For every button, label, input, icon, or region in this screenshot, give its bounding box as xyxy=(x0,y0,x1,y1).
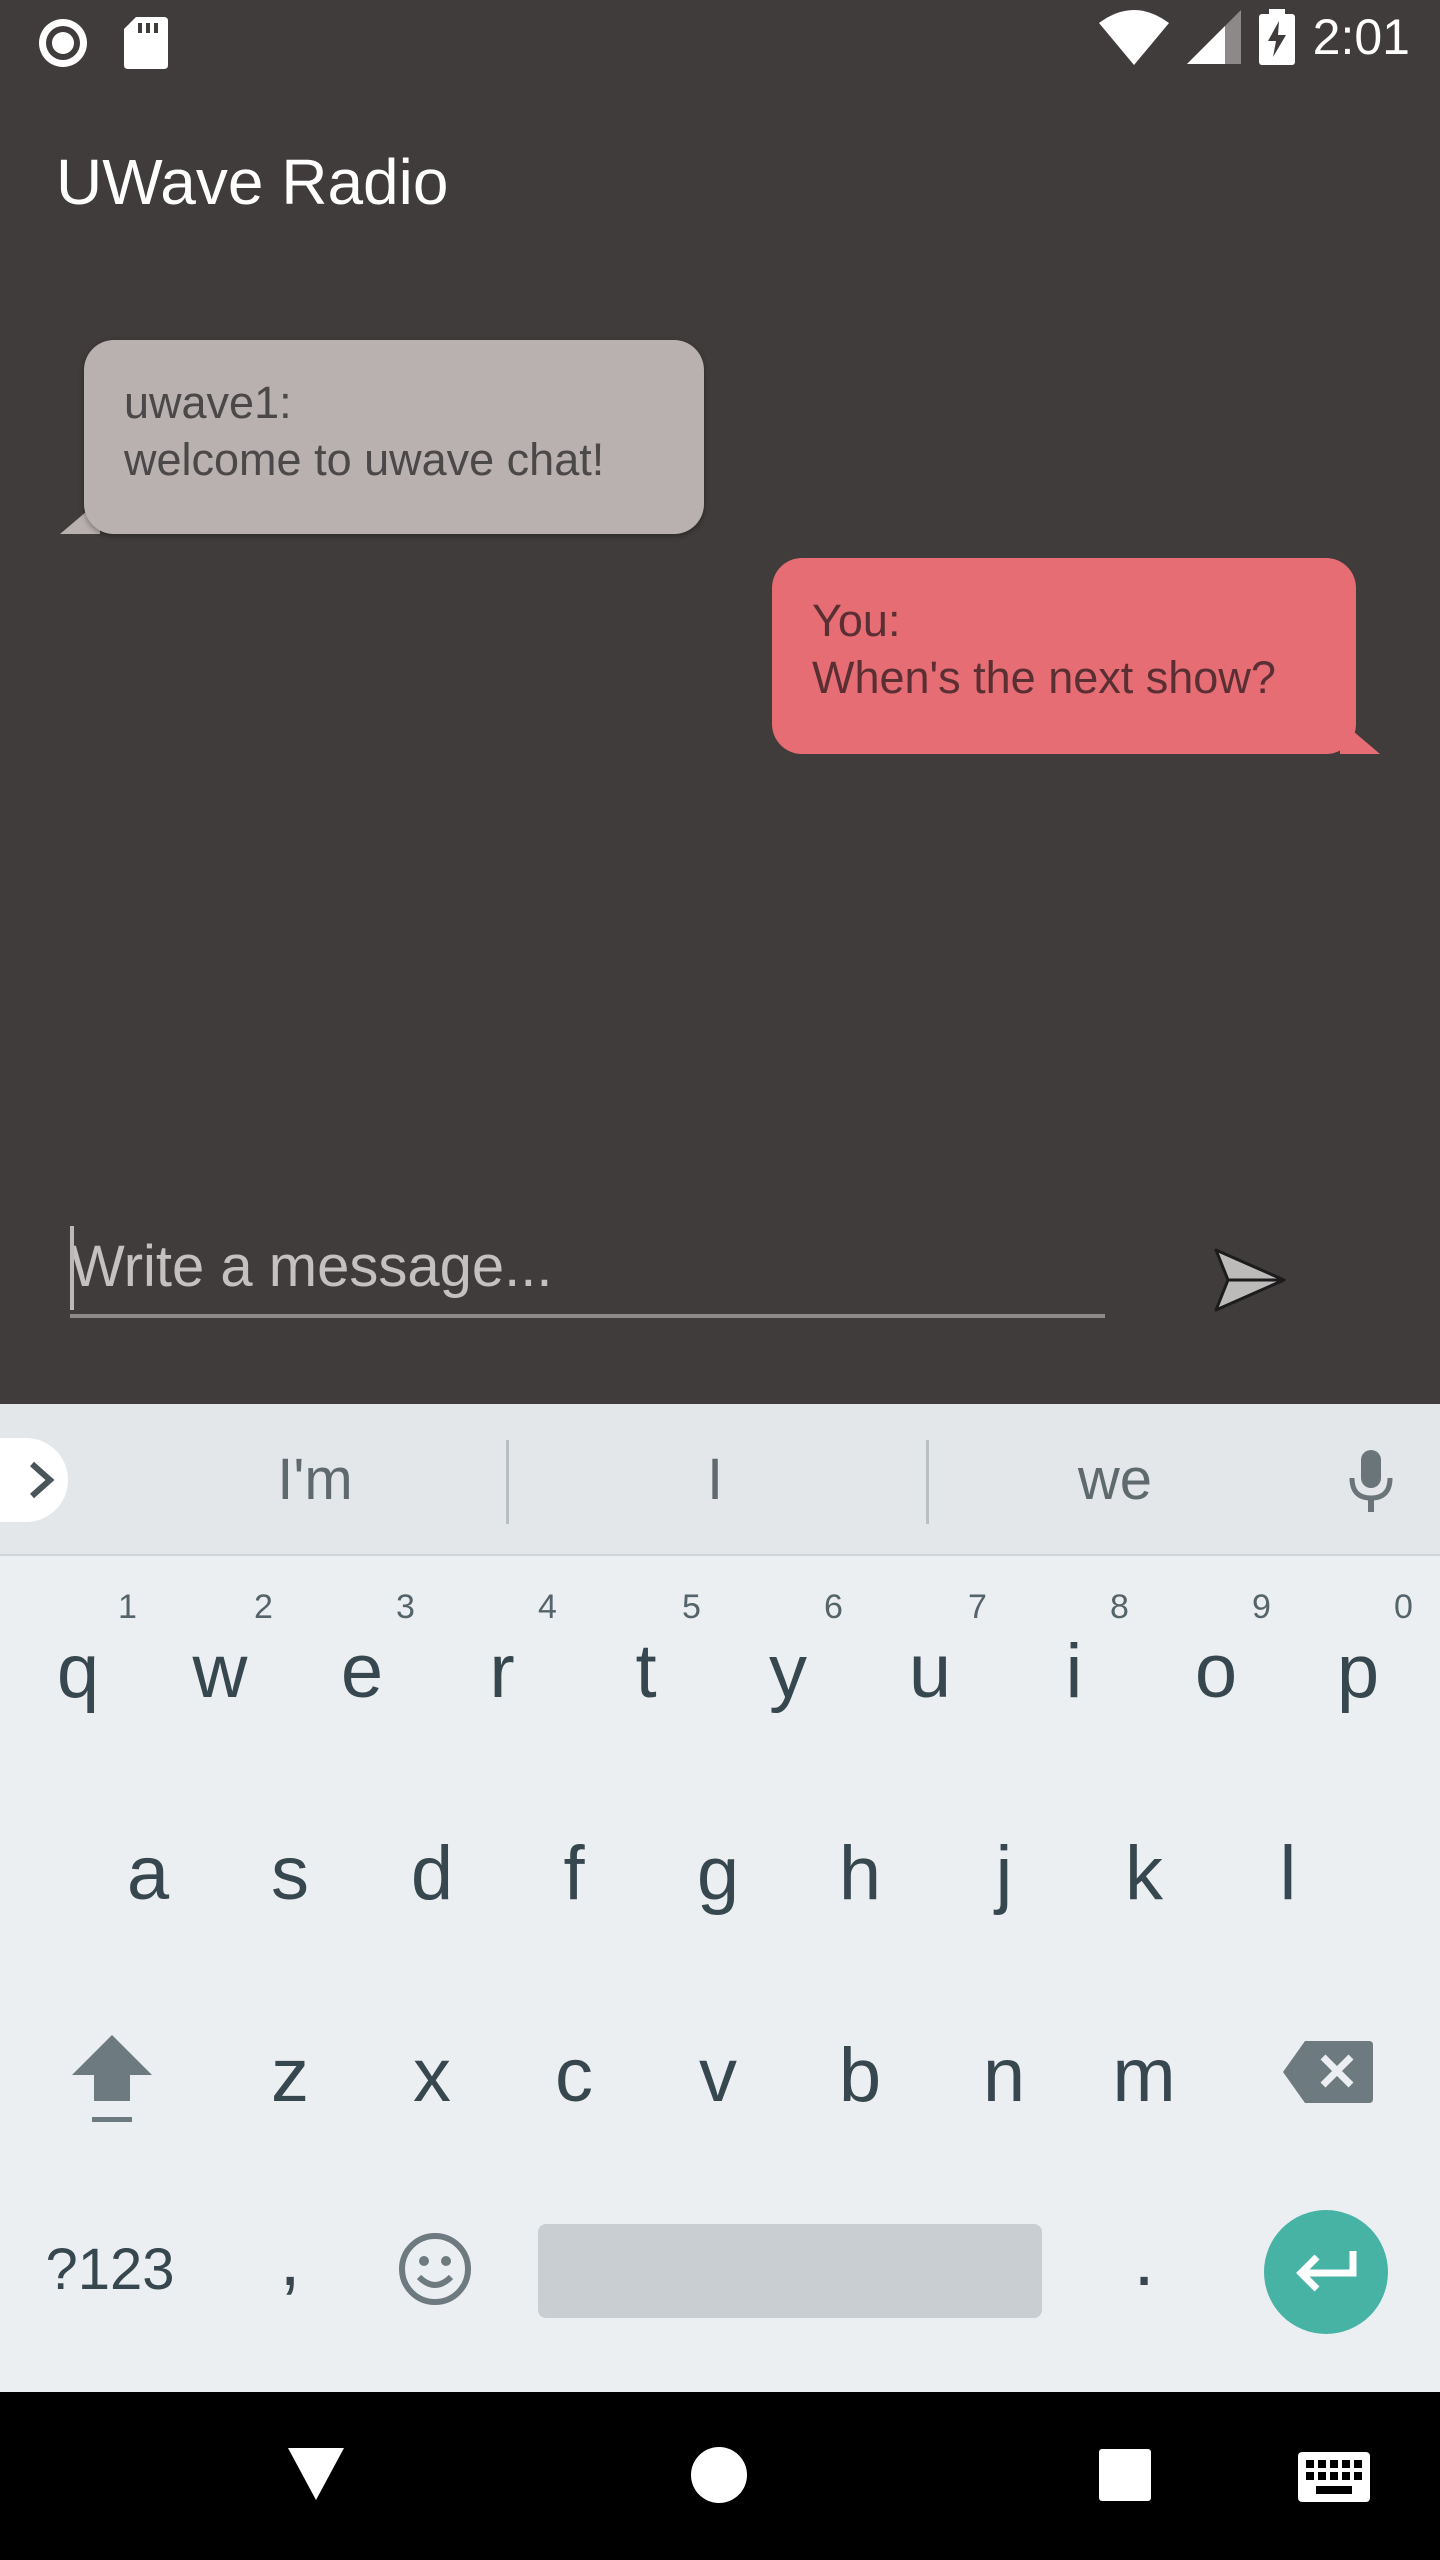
recents-button[interactable] xyxy=(1098,2448,1152,2506)
key-hint-9: 9 xyxy=(1252,1588,1271,1626)
message-text: When's the next show? xyxy=(812,652,1276,703)
key-g[interactable]: g xyxy=(676,1818,760,1928)
key-n[interactable]: n xyxy=(962,2020,1046,2130)
cell-signal-icon xyxy=(1186,10,1241,64)
emoji-key[interactable] xyxy=(390,2224,480,2314)
status-right-icons: 2:01 xyxy=(1098,8,1410,66)
back-button[interactable] xyxy=(286,2446,346,2506)
recents-square-icon xyxy=(1099,2449,1151,2501)
send-icon xyxy=(1214,1248,1286,1312)
key-u[interactable]: u xyxy=(888,1616,972,1726)
key-b[interactable]: b xyxy=(818,2020,902,2130)
status-left-icons xyxy=(36,16,168,70)
keyboard: I'm I we q w e r t y u i o p 1 2 3 4 5 6… xyxy=(0,1404,1440,2392)
status-time: 2:01 xyxy=(1312,9,1410,65)
back-triangle-icon xyxy=(288,2448,344,2500)
key-k[interactable]: k xyxy=(1102,1818,1186,1928)
key-hint-5: 5 xyxy=(682,1588,701,1626)
send-button[interactable] xyxy=(1210,1240,1290,1320)
shift-key[interactable] xyxy=(64,2024,160,2134)
key-hint-1: 1 xyxy=(118,1588,137,1626)
microphone-icon xyxy=(1349,1450,1393,1512)
key-h[interactable]: h xyxy=(818,1818,902,1928)
suggestion-1[interactable]: I'm xyxy=(110,1404,520,1554)
outgoing-message-bubble: You: When's the next show? xyxy=(772,558,1356,754)
chevron-right-icon xyxy=(30,1461,55,1499)
sd-card-icon xyxy=(124,17,168,69)
key-p[interactable]: p xyxy=(1316,1616,1400,1726)
key-d[interactable]: d xyxy=(390,1818,474,1928)
message-text: welcome to uwave chat! xyxy=(124,434,605,485)
text-cursor xyxy=(70,1226,74,1310)
key-hint-6: 6 xyxy=(824,1588,843,1626)
key-z[interactable]: z xyxy=(248,2020,332,2130)
key-m[interactable]: m xyxy=(1102,2020,1186,2130)
suggestion-2[interactable]: I xyxy=(520,1404,910,1554)
comma-key[interactable]: , xyxy=(248,2204,332,2314)
key-q[interactable]: q xyxy=(36,1616,120,1726)
suggestion-3[interactable]: we xyxy=(940,1404,1290,1554)
incoming-message-bubble: uwave1: welcome to uwave chat! xyxy=(84,340,704,534)
battery-charging-icon xyxy=(1258,9,1295,65)
key-hint-3: 3 xyxy=(396,1588,415,1626)
key-hint-0: 0 xyxy=(1394,1588,1413,1626)
app-title: UWave Radio xyxy=(56,146,449,218)
backspace-key[interactable] xyxy=(1280,2024,1376,2120)
key-x[interactable]: x xyxy=(390,2020,474,2130)
suggestion-expand-button[interactable] xyxy=(0,1438,68,1522)
microphone-button[interactable] xyxy=(1346,1448,1396,1520)
emoji-icon xyxy=(399,2233,471,2305)
key-v[interactable]: v xyxy=(676,2020,760,2130)
message-sender: You: xyxy=(812,595,901,646)
status-bar: 2:01 xyxy=(0,0,1440,84)
key-s[interactable]: s xyxy=(248,1818,332,1928)
key-j[interactable]: j xyxy=(962,1818,1046,1928)
key-hint-8: 8 xyxy=(1110,1588,1129,1626)
key-i[interactable]: i xyxy=(1032,1616,1116,1726)
key-w[interactable]: w xyxy=(178,1616,262,1726)
key-hint-4: 4 xyxy=(538,1588,557,1626)
key-e[interactable]: e xyxy=(320,1616,404,1726)
keyboard-icon xyxy=(1298,2452,1370,2502)
wifi-icon xyxy=(1098,10,1169,65)
key-c[interactable]: c xyxy=(532,2020,616,2130)
record-icon xyxy=(39,19,87,67)
keyboard-switch-button[interactable] xyxy=(1298,2452,1370,2506)
message-sender: uwave1: xyxy=(124,377,292,428)
key-hint-7: 7 xyxy=(968,1588,987,1626)
suggestion-bar: I'm I we xyxy=(0,1404,1440,1556)
home-button[interactable] xyxy=(690,2446,748,2508)
key-y[interactable]: y xyxy=(746,1616,830,1726)
key-a[interactable]: a xyxy=(106,1818,190,1928)
key-hint-2: 2 xyxy=(254,1588,273,1626)
key-o[interactable]: o xyxy=(1174,1616,1258,1726)
key-t[interactable]: t xyxy=(604,1616,688,1726)
enter-key[interactable] xyxy=(1264,2210,1388,2334)
navigation-bar xyxy=(0,2392,1440,2560)
suggestion-divider xyxy=(926,1440,929,1524)
message-input[interactable] xyxy=(70,1218,1105,1318)
key-l[interactable]: l xyxy=(1246,1818,1330,1928)
enter-icon xyxy=(1296,2251,1357,2292)
key-f[interactable]: f xyxy=(532,1818,616,1928)
home-circle-icon xyxy=(691,2447,747,2503)
space-key[interactable] xyxy=(538,2224,1042,2318)
shift-icon xyxy=(72,2035,152,2122)
key-r[interactable]: r xyxy=(460,1616,544,1726)
period-key[interactable]: . xyxy=(1102,2204,1186,2314)
symbols-key[interactable]: ?123 xyxy=(30,2214,190,2324)
backspace-icon xyxy=(1283,2041,1373,2103)
suggestion-divider xyxy=(506,1440,509,1524)
